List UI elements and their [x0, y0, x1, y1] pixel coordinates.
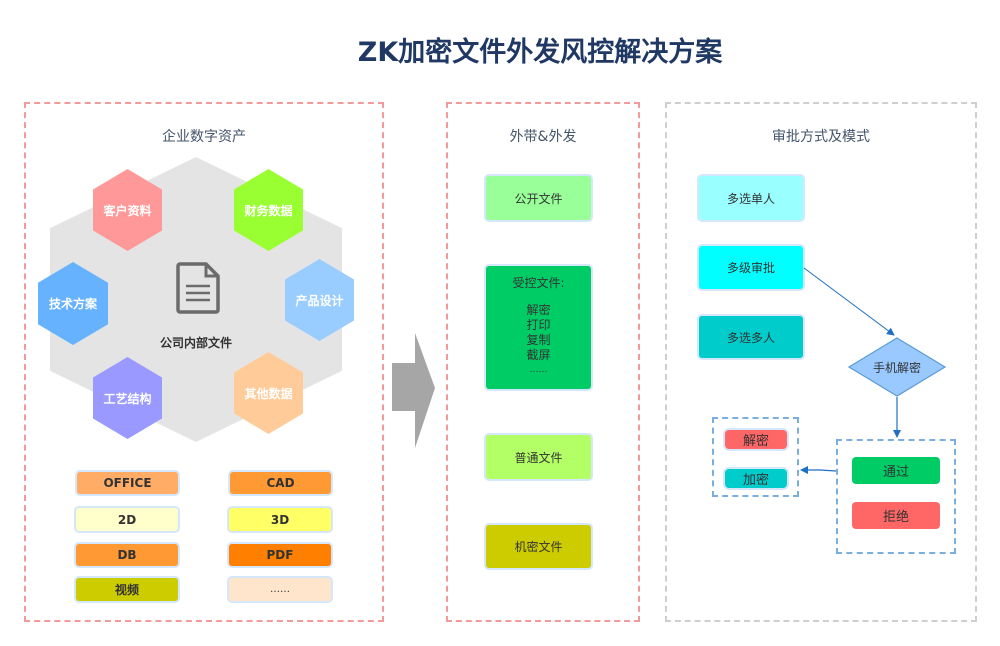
mode-multi-select: 多选多人: [699, 316, 803, 358]
mode-label: 多选单人: [726, 191, 775, 206]
action-decrypt: 解密: [725, 430, 787, 449]
action-label: 解密: [742, 434, 769, 449]
format-3d: 3D: [229, 508, 331, 531]
mode-single-select: 多选单人: [699, 176, 803, 220]
outgoing-panel-title: 外带&外发: [509, 129, 577, 145]
format-more: ……: [229, 578, 331, 601]
controlled-action-screenshot: 截屏: [526, 348, 551, 362]
file-type-label: 公开文件: [514, 191, 563, 206]
format-label: 视频: [114, 583, 139, 597]
assets-panel-title: 企业数字资产: [162, 129, 246, 145]
controlled-action-decrypt: 解密: [526, 303, 551, 317]
controlled-action-print: 打印: [526, 318, 551, 332]
mode-label: 多选多人: [726, 330, 775, 345]
hex-label: 工艺结构: [103, 391, 152, 406]
document-icon: [176, 262, 220, 314]
page-title: ZK加密文件外发风控解决方案: [357, 37, 723, 68]
controlled-action-copy: 复制: [526, 333, 551, 347]
format-db: DB: [76, 544, 178, 566]
hex-label: 财务数据: [244, 203, 293, 218]
result-label: 拒绝: [882, 510, 909, 525]
format-label: ……: [270, 584, 290, 595]
format-label: PDF: [266, 548, 294, 562]
file-type-label: 受控文件:: [512, 276, 565, 290]
controlled-action-more: ……: [529, 365, 548, 375]
format-label: OFFICE: [103, 476, 152, 490]
file-normal: 普通文件: [486, 435, 591, 479]
approval-panel-title: 审批方式及模式: [772, 129, 870, 145]
file-controlled: 受控文件: 解密 打印 复制 截屏 ……: [486, 266, 591, 389]
mode-multi-level: 多级审批: [699, 246, 803, 289]
action-encrypt: 加密: [725, 469, 787, 488]
format-cad: CAD: [230, 472, 331, 494]
right-arrow-icon: [392, 333, 435, 448]
format-label: 3D: [270, 512, 290, 527]
format-2d: 2D: [76, 508, 178, 531]
center-label: 公司内部文件: [159, 336, 232, 350]
file-public: 公开文件: [486, 176, 591, 220]
format-label: DB: [117, 548, 137, 562]
result-approve: 通过: [852, 457, 940, 484]
format-label: 2D: [117, 512, 137, 527]
hex-label: 其他数据: [244, 386, 293, 401]
decision-label: 手机解密: [872, 361, 921, 375]
format-office: OFFICE: [77, 472, 178, 494]
result-label: 通过: [882, 465, 909, 480]
hex-label: 技术方案: [48, 297, 97, 311]
format-pdf: PDF: [229, 544, 331, 566]
file-type-label: 机密文件: [514, 540, 563, 554]
hex-label: 客户资料: [103, 203, 152, 218]
format-video: 视频: [76, 578, 178, 601]
format-label: CAD: [266, 476, 295, 490]
action-label: 加密: [742, 473, 769, 488]
hex-label: 产品设计: [295, 293, 344, 308]
file-confidential: 机密文件: [486, 525, 591, 568]
mode-label: 多级审批: [726, 261, 775, 275]
file-type-label: 普通文件: [514, 450, 563, 465]
result-reject: 拒绝: [852, 502, 940, 529]
